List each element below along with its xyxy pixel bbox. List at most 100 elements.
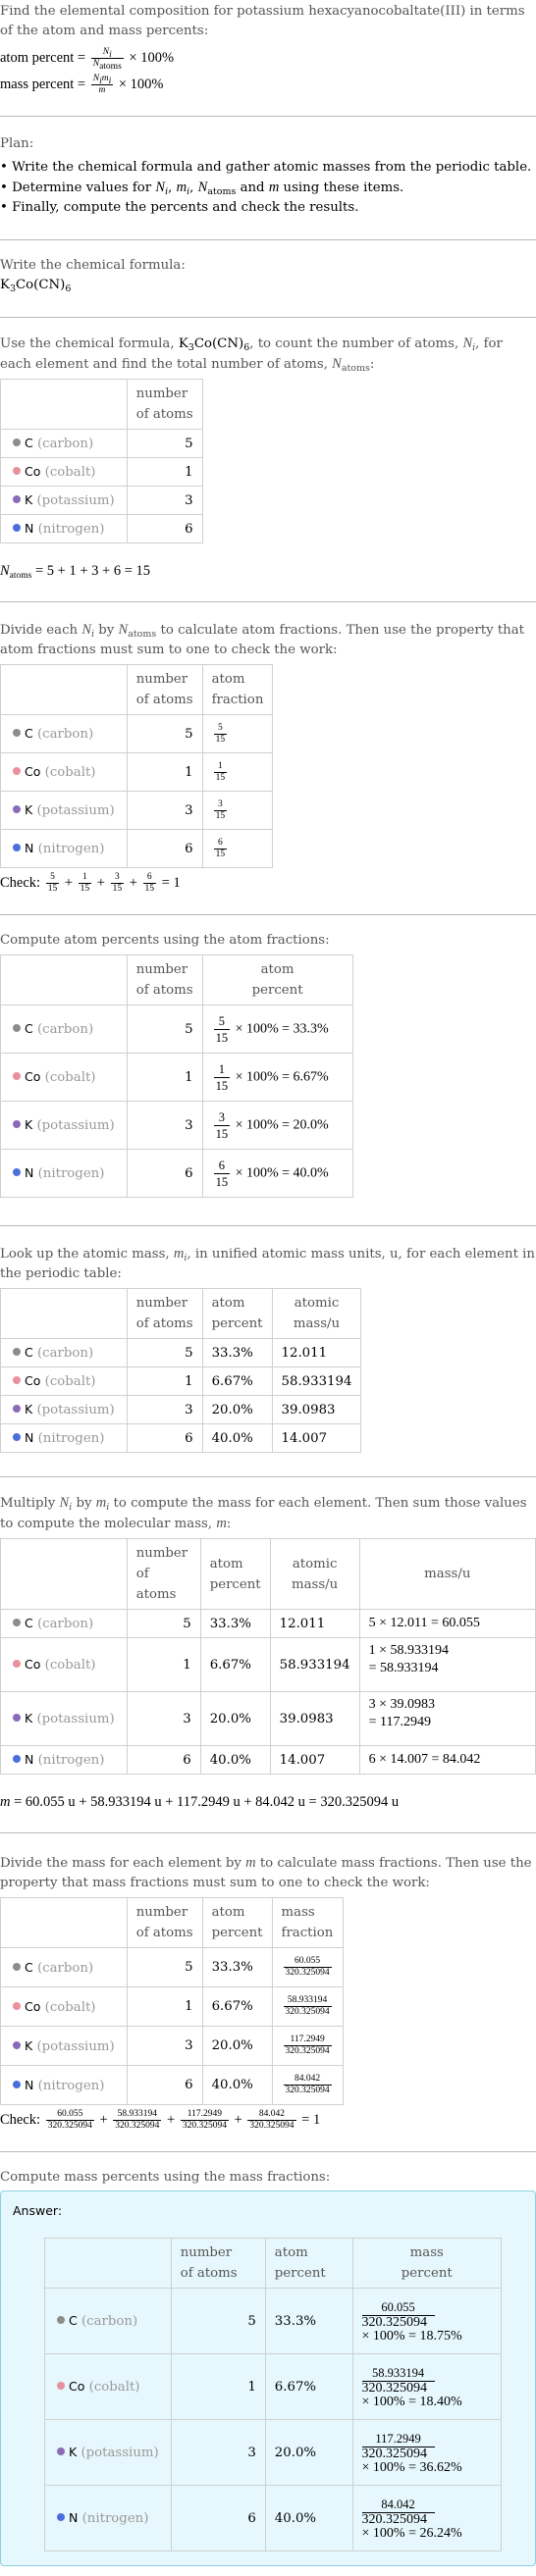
table-row: K (potassium) 3 20.0% 39.0983	[0, 1395, 362, 1424]
table-row: Co (cobalt) 1 6.67% 58.933194 320.325094 × 10…	[44, 2353, 503, 2420]
element-color-dot-icon	[13, 1120, 21, 1128]
atomic-mass-cell: 14.007	[269, 1745, 360, 1775]
mass-percent-fraction: Nimi m	[90, 74, 114, 95]
element-cell: Co (cobalt)	[0, 1053, 128, 1102]
mass-fraction-cell: 60.055 320.325094	[271, 1947, 344, 1987]
element-color-dot-icon	[13, 438, 21, 446]
header-number-of-atoms: number of atoms	[126, 664, 203, 715]
element-symbol: N	[25, 2077, 34, 2092]
atom-count-cell: 5	[126, 1005, 203, 1054]
atom-percent-cell: 6.67%	[264, 2353, 353, 2420]
element-symbol: C	[25, 1345, 33, 1360]
element-cell: K (potassium)	[0, 486, 128, 515]
element-symbol: Co	[25, 1069, 41, 1084]
atom-count-cell: 3	[126, 1101, 203, 1150]
element-cell: Co (cobalt)	[0, 1637, 128, 1692]
header-mass: mass/u	[358, 1538, 536, 1610]
element-symbol: Co	[25, 1998, 41, 2014]
mass-percent-calc-cell: 60.055 320.325094 × 100% = 18.75%	[351, 2288, 503, 2354]
table-row: C (carbon) 5 33.3% 60.055 320.325094 × 100% =…	[44, 2288, 503, 2354]
element-color-dot-icon	[13, 495, 21, 503]
element-cell: N (nitrogen)	[0, 829, 128, 868]
mass-fraction-check: Check: 60.055 320.325094 + 58.933194 320.3…	[0, 2109, 321, 2131]
atom-percent-cell: 40.0%	[199, 1745, 271, 1775]
header-mass-percent: mass percent	[351, 2238, 503, 2289]
element-color-dot-icon	[13, 2080, 21, 2088]
element-name: (carbon)	[36, 1346, 94, 1361]
header-atom-percent: atom percent	[201, 1288, 273, 1339]
mass-section: Multiply Ni by mi to compute the mass fo…	[0, 1477, 536, 1811]
element-name: (nitrogen)	[37, 1166, 105, 1181]
element-name: (cobalt)	[44, 1374, 96, 1389]
element-name: (potassium)	[36, 1118, 115, 1133]
table-row: K (potassium) 3 20.0% 39.0983 3 × 39.0983 = 1…	[0, 1691, 536, 1746]
element-symbol: K	[25, 492, 33, 507]
table-row: N (nitrogen) 6 40.0% 84.042 320.325094 × 100%…	[44, 2485, 503, 2551]
table-row: K (potassium) 3	[0, 486, 203, 515]
table-row: N (nitrogen) 6 40.0% 84.042 320.325094	[0, 2065, 344, 2105]
table-row: K (potassium) 3 3 15	[0, 791, 274, 830]
answer-label: Answer:	[13, 2203, 63, 2218]
element-symbol: N	[25, 1165, 34, 1180]
atom-fraction-cell: 3 15	[201, 791, 274, 830]
atomic-mass-cell: 58.933194	[271, 1366, 362, 1396]
molecular-mass-equation: m = 60.055 u + 58.933194 u + 117.2949 u …	[0, 1794, 400, 1810]
element-name: (carbon)	[36, 1617, 94, 1631]
element-color-dot-icon	[13, 844, 21, 851]
element-color-dot-icon	[13, 1405, 21, 1413]
mass-calc-cell: 5 × 12.011 = 60.055	[358, 1609, 536, 1638]
element-color-dot-icon	[57, 2316, 65, 2324]
header-number-of-atoms: number of atoms	[170, 2238, 266, 2289]
atomic-mass-table: number of atoms atom percent atomic mass/u …	[0, 1288, 362, 1453]
atom-percent-cell: 6.67%	[199, 1637, 271, 1692]
mass-percent-intro: Compute mass percents using the mass fra…	[0, 2170, 331, 2185]
check-fraction: 3 15	[110, 872, 125, 894]
atom-fraction-cell: 6 15	[201, 829, 274, 868]
atom-percent-fraction: Ni Natoms	[90, 47, 124, 72]
atom-count-cell: 5	[126, 1338, 203, 1367]
table-row: K (potassium) 3 20.0% 117.2949 320.325094 × 1…	[44, 2419, 503, 2486]
element-name: (cobalt)	[44, 765, 96, 780]
element-name: (cobalt)	[88, 2380, 140, 2395]
atom-count-table: number of atoms C (carbon) 5 Co (cobalt) 1 K …	[0, 379, 203, 543]
element-symbol: C	[25, 1616, 33, 1630]
atomic-mass-cell: 39.0983	[271, 1395, 362, 1424]
element-symbol: C	[69, 2313, 78, 2328]
table-row: K (potassium) 3 3 15 × 100% = 20.0%	[0, 1101, 353, 1150]
atom-percent-cell: 33.3%	[199, 1609, 271, 1638]
element-cell: Co (cobalt)	[0, 1986, 128, 2027]
mass-fraction-cell: 58.933194 320.325094	[271, 1986, 344, 2027]
mass-calc-cell: 3 × 39.0983 = 117.2949	[358, 1691, 536, 1746]
element-color-dot-icon	[57, 2382, 65, 2390]
atomic-mass-cell: 58.933194	[269, 1637, 360, 1692]
element-symbol: N	[69, 2510, 79, 2525]
element-name: (nitrogen)	[37, 2078, 105, 2093]
element-color-dot-icon	[13, 805, 21, 813]
element-color-dot-icon	[57, 2513, 65, 2521]
mass-calc-cell: 6 × 14.007 = 84.042	[358, 1745, 536, 1775]
mass-fraction-intro: Divide the mass for each element by m to…	[0, 1855, 532, 1890]
mass-percent-label: mass percent	[0, 76, 75, 92]
check-fraction: 84.042 320.325094	[247, 2109, 296, 2131]
mass-fraction-table: number of atoms atom percent mass fraction …	[0, 1897, 344, 2105]
header-number-of-atoms: number of atoms	[126, 1538, 201, 1610]
element-symbol: K	[69, 2445, 78, 2459]
element-symbol: N	[25, 1752, 34, 1767]
header-number-of-atoms: number of atoms	[126, 954, 203, 1005]
mass-percent-calc-cell: 117.2949 320.325094 × 100% = 36.62%	[351, 2419, 503, 2486]
atom-count-cell: 1	[126, 1053, 203, 1102]
atom-count-cell: 3	[126, 1395, 203, 1424]
plan-list: • Write the chemical formula and gather …	[0, 158, 536, 218]
atom-count-cell: 3	[126, 791, 203, 830]
element-symbol: C	[25, 1021, 33, 1036]
element-name: (carbon)	[36, 1022, 94, 1037]
atom-count-cell: 5	[170, 2288, 266, 2354]
header-number-of-atoms: number of atoms	[126, 1288, 203, 1339]
atom-count-cell: 6	[126, 829, 203, 868]
element-cell: C (carbon)	[0, 1005, 128, 1054]
element-color-dot-icon	[13, 767, 21, 775]
element-color-dot-icon	[13, 1024, 21, 1032]
element-name: (potassium)	[80, 2446, 159, 2460]
question-text: Find the elemental composition for potas…	[0, 4, 525, 38]
header-atomic-mass: atomic mass/u	[271, 1288, 362, 1339]
